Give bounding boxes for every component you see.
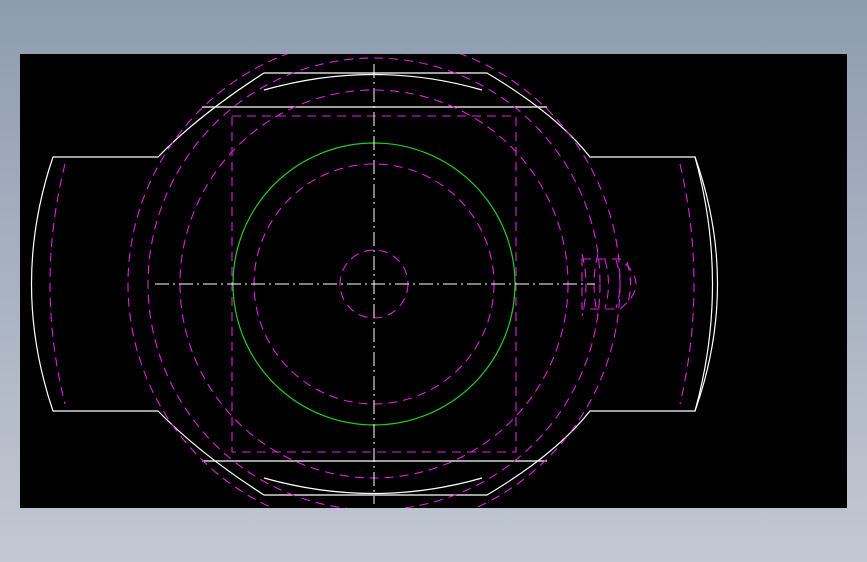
hidden-plug-thread-1 [604, 259, 610, 309]
cad-drawing [30, 54, 719, 508]
hidden-lines-group [49, 54, 695, 508]
top-arc-outline [263, 73, 483, 91]
hidden-left-wall [49, 163, 66, 405]
hidden-right-wall [679, 163, 695, 405]
bottom-arc-outline [263, 477, 483, 495]
right-boss-outline [694, 156, 714, 412]
hidden-plug-head-left [581, 253, 587, 317]
centerlines-group [155, 64, 595, 504]
hidden-plug-head-right [593, 253, 599, 317]
cad-viewport[interactable] [20, 54, 847, 508]
